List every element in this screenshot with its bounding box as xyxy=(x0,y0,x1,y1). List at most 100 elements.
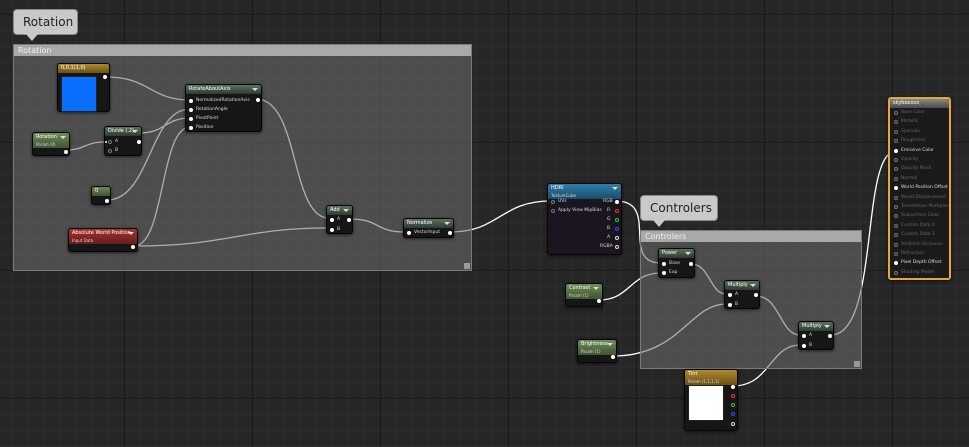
input-pin-a[interactable] xyxy=(330,218,334,222)
output-pin[interactable] xyxy=(103,75,107,79)
material-input-pin[interactable] xyxy=(894,233,898,238)
rotate-about-axis-node[interactable]: RotateAboutAxis NormalizedRotationAxis R… xyxy=(185,84,262,132)
output-pin[interactable] xyxy=(105,199,109,203)
chevron-down-icon[interactable] xyxy=(132,130,138,133)
material-input-pin[interactable] xyxy=(894,120,898,125)
material-input-pin[interactable] xyxy=(894,242,898,247)
output-pin-b[interactable] xyxy=(731,412,735,416)
chevron-down-icon[interactable] xyxy=(252,88,258,91)
input-pin[interactable] xyxy=(189,99,193,103)
material-input-label: Base Color xyxy=(901,110,926,115)
input-pin[interactable] xyxy=(189,117,193,121)
material-input-pin[interactable] xyxy=(894,111,898,115)
add-node[interactable]: Add A B xyxy=(326,205,353,234)
node-subtitle: Input Data xyxy=(72,238,94,243)
constant-color-node[interactable]: 0,0,1(1,0) xyxy=(57,63,110,112)
output-pin[interactable] xyxy=(64,150,68,154)
chevron-down-icon[interactable] xyxy=(444,222,450,225)
material-input-pin[interactable] xyxy=(894,195,898,200)
input-pin[interactable] xyxy=(551,209,555,213)
output-pin-rgb[interactable] xyxy=(731,385,735,389)
material-input-pin[interactable] xyxy=(894,129,898,134)
output-pin[interactable] xyxy=(754,293,758,297)
chevron-down-icon[interactable] xyxy=(607,343,613,346)
output-pin-g[interactable] xyxy=(731,403,735,407)
chevron-down-icon[interactable] xyxy=(593,287,599,290)
divide-node[interactable]: Divide (,2) A B xyxy=(104,126,142,156)
tint-param-node[interactable]: Tint Param (1,1,1,1) xyxy=(684,369,738,431)
multiply-node-2[interactable]: Multiply A B xyxy=(798,321,834,350)
output-pin-r[interactable] xyxy=(731,394,735,398)
input-pin-exp[interactable] xyxy=(662,271,666,275)
chevron-down-icon[interactable] xyxy=(343,209,349,212)
input-pin-a[interactable] xyxy=(108,140,112,144)
material-input-pin[interactable] xyxy=(894,139,898,144)
input-pin[interactable] xyxy=(407,231,411,235)
input-pin-base[interactable] xyxy=(662,262,666,266)
output-pin[interactable] xyxy=(131,245,135,249)
material-input-pin[interactable] xyxy=(894,270,898,275)
material-input-pin[interactable] xyxy=(894,176,898,181)
output-pin[interactable] xyxy=(347,218,351,222)
node-header: 0 xyxy=(92,187,110,196)
material-input-pin[interactable] xyxy=(894,186,898,191)
pin-label: A xyxy=(115,139,119,144)
material-input-pin[interactable] xyxy=(894,252,898,256)
hdri-texture-node[interactable]: HDRI TextureCube UVs Apply View MipBias … xyxy=(547,183,622,255)
output-pin[interactable] xyxy=(611,355,615,359)
controlers-bubble[interactable]: Controlers xyxy=(640,195,718,227)
input-pin[interactable] xyxy=(189,108,193,112)
node-subtitle: Param (1,1,1,1) xyxy=(688,379,720,384)
multiply-node-1[interactable]: Multiply A B xyxy=(724,280,760,309)
material-input-pin[interactable] xyxy=(894,148,898,153)
output-pin-b[interactable] xyxy=(615,227,619,231)
material-input-pin[interactable] xyxy=(894,214,898,219)
output-pin[interactable] xyxy=(689,262,693,266)
rotation-param-node[interactable]: Rotation Param (0) xyxy=(32,132,70,156)
input-pin-b[interactable] xyxy=(108,149,112,153)
input-pin-b[interactable] xyxy=(105,141,107,143)
material-input-pin[interactable] xyxy=(894,223,898,228)
power-node[interactable]: Power Base Exp xyxy=(658,248,695,278)
output-pin[interactable] xyxy=(828,334,832,338)
input-pin-b[interactable] xyxy=(728,303,732,307)
absolute-world-position-node[interactable]: Absolute World Position Input Data xyxy=(68,228,138,252)
output-pin-rgb[interactable] xyxy=(615,200,619,204)
constant-zero-node[interactable]: 0 xyxy=(91,186,111,205)
comment-title[interactable]: Controlers xyxy=(641,231,861,242)
output-pin[interactable] xyxy=(137,140,141,144)
output-pin[interactable] xyxy=(256,98,260,102)
resize-grip[interactable] xyxy=(854,361,860,367)
chevron-down-icon[interactable] xyxy=(128,232,134,235)
material-input-pin[interactable] xyxy=(894,205,898,209)
brightness-param-node[interactable]: Brightness Param (1) xyxy=(577,339,617,363)
rotation-bubble[interactable]: Rotation xyxy=(13,9,78,41)
material-input-pin[interactable] xyxy=(894,261,898,266)
input-pin-a[interactable] xyxy=(728,293,732,297)
chevron-down-icon[interactable] xyxy=(612,187,618,190)
chevron-down-icon[interactable] xyxy=(824,325,830,328)
output-pin-a[interactable] xyxy=(731,422,735,426)
input-pin-b[interactable] xyxy=(330,228,334,232)
input-pin-b[interactable] xyxy=(802,344,806,348)
input-pin[interactable] xyxy=(189,126,193,130)
material-output-node[interactable]: skyboxxxx Base Color Metallic Specular Roug… xyxy=(888,97,951,280)
output-pin[interactable] xyxy=(597,299,601,303)
node-title: Divide (,2) xyxy=(108,128,135,134)
chevron-down-icon[interactable] xyxy=(750,284,756,287)
output-pin-r[interactable] xyxy=(615,209,619,213)
chevron-down-icon[interactable] xyxy=(60,136,66,139)
comment-title[interactable]: Rotation xyxy=(14,45,471,56)
output-pin[interactable] xyxy=(448,231,452,235)
input-pin-a[interactable] xyxy=(802,334,806,338)
output-pin-g[interactable] xyxy=(615,218,619,222)
output-pin-a[interactable] xyxy=(615,236,619,240)
output-pin-rgba[interactable] xyxy=(615,245,619,249)
material-input-pin[interactable] xyxy=(894,158,898,162)
normalize-node[interactable]: Normalize VectorInput xyxy=(403,218,454,238)
chevron-down-icon[interactable] xyxy=(685,252,691,255)
contrast-param-node[interactable]: Contrast Param (1) xyxy=(565,283,603,307)
material-input-pin[interactable] xyxy=(894,167,898,172)
input-pin[interactable] xyxy=(551,200,555,204)
resize-grip[interactable] xyxy=(464,263,470,269)
